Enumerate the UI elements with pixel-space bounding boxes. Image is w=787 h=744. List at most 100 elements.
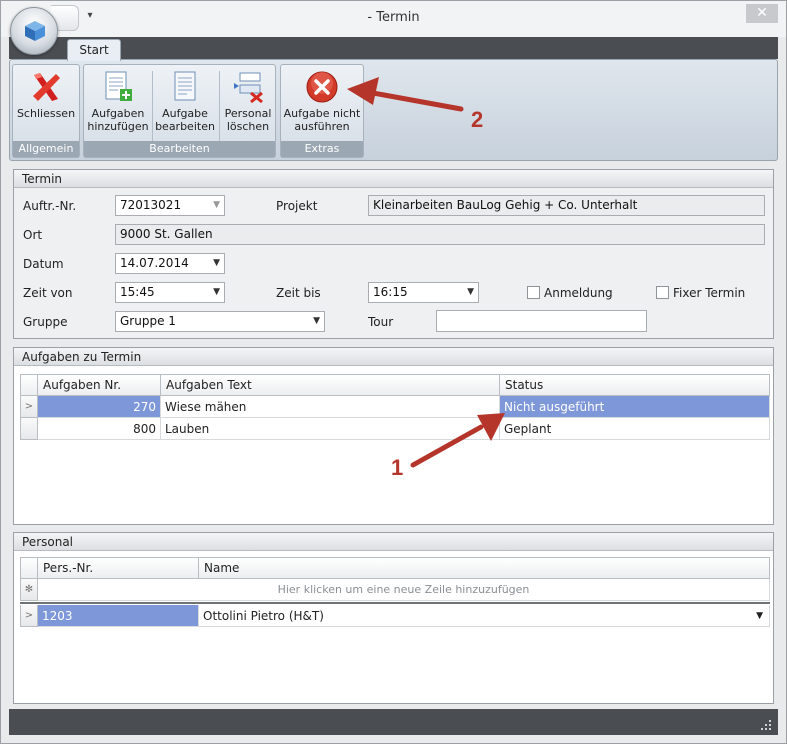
new-row-hint[interactable]: Hier klicken um eine neue Zeile hinzuzuf… (38, 579, 770, 601)
auftr-nr-select[interactable]: 72013021 ▼ (115, 195, 225, 216)
app-cube-icon (25, 21, 45, 41)
column-header-aufgaben-text[interactable]: Aufgaben Text (161, 374, 500, 396)
gruppe-label: Gruppe (23, 315, 68, 329)
personal-panel-header: Personal (14, 533, 773, 551)
schliessen-button[interactable]: Schliessen (15, 67, 77, 143)
window-title: - Termin (367, 10, 420, 25)
zeit-von-label: Zeit von (23, 286, 73, 300)
new-row-indicator-icon: ✻ (20, 579, 38, 601)
ribbon-group-bearbeiten: Aufgaben hinzufügen Aufgabe bearbeiten P… (83, 64, 276, 158)
edit-document-icon (174, 71, 196, 101)
application-window: ▾ - Termin ✕ Start Schliessen Allgemein (0, 0, 787, 744)
aufgabe-bearbeiten-label-1: Aufgabe (162, 107, 208, 120)
projekt-field: Kleinarbeiten BauLog Gehig + Co. Unterha… (368, 195, 765, 216)
close-button[interactable]: ✕ (746, 4, 778, 23)
column-header-pers-nr[interactable]: Pers.-Nr. (38, 557, 199, 579)
datum-value: 14.07.2014 (120, 256, 189, 270)
ribbon-group-extras: Aufgabe nicht ausführen Extras (280, 64, 364, 158)
column-header-name[interactable]: Name (199, 557, 770, 579)
resize-grip-icon[interactable] (760, 719, 772, 731)
status-bar (9, 709, 778, 735)
annotation-number-2: 2 (471, 107, 484, 132)
delete-person-icon (234, 72, 263, 104)
chevron-down-icon: ▼ (313, 316, 320, 326)
anmeldung-checkbox[interactable] (527, 286, 540, 299)
application-menu-button[interactable] (10, 7, 58, 55)
column-header-status[interactable]: Status (500, 374, 770, 396)
termin-panel-header: Termin (14, 170, 773, 188)
projekt-label: Projekt (276, 199, 318, 213)
projekt-value: Kleinarbeiten BauLog Gehig + Co. Unterha… (373, 198, 638, 212)
gruppe-select[interactable]: Gruppe 1 ▼ (115, 311, 325, 332)
chevron-down-icon: ▼ (213, 287, 220, 297)
tab-start[interactable]: Start (67, 39, 121, 61)
ribbon-tab-strip (9, 37, 778, 59)
ort-value: 9000 St. Gallen (120, 227, 213, 241)
aufgaben-hinzufuegen-label-1: Aufgaben (91, 107, 145, 120)
chevron-down-icon: ▼ (756, 611, 763, 621)
aufgaben-grid: Aufgaben Nr. Aufgaben Text Status > 270 … (20, 374, 770, 524)
tour-label: Tour (368, 315, 394, 329)
personal-loeschen-button[interactable]: Personal löschen (221, 67, 275, 143)
auftr-nr-value: 72013021 (120, 198, 182, 212)
title-bar: ▾ - Termin ✕ (1, 1, 786, 37)
personal-loeschen-label-2: löschen (226, 120, 270, 133)
row-indicator[interactable] (20, 418, 38, 440)
cell-status[interactable]: Geplant (500, 418, 770, 440)
group-label-bearbeiten: Bearbeiten (84, 141, 275, 157)
personal-loeschen-label-1: Personal (224, 107, 272, 120)
grid-corner (20, 374, 38, 396)
termin-panel: Termin Auftr.-Nr. 72013021 ▼ Projekt Kle… (13, 169, 774, 339)
ort-field: 9000 St. Gallen (115, 224, 765, 245)
aufgabe-bearbeiten-label-2: bearbeiten (155, 120, 215, 133)
zeit-bis-value: 16:15 (373, 285, 408, 299)
schliessen-label: Schliessen (16, 107, 76, 120)
red-x-icon (33, 73, 60, 101)
aufgaben-hinzufuegen-button[interactable]: Aufgaben hinzufügen (86, 67, 150, 143)
tour-input[interactable] (436, 310, 647, 332)
fixer-termin-checkbox[interactable] (656, 286, 669, 299)
cell-name-value: Ottolini Pietro (H&T) (203, 609, 324, 623)
aufgaben-panel: Aufgaben zu Termin Aufgaben Nr. Aufgaben… (13, 347, 774, 525)
cell-status[interactable]: Nicht ausgeführt (500, 396, 770, 418)
group-label-extras: Extras (281, 141, 363, 157)
annotation-number-1: 1 (391, 455, 404, 480)
ribbon: Schliessen Allgemein Aufgaben hinzufügen (9, 59, 778, 161)
row-indicator[interactable]: > (20, 605, 38, 627)
aufgaben-panel-header: Aufgaben zu Termin (14, 348, 773, 366)
fixer-termin-label: Fixer Termin (673, 286, 746, 300)
grid-corner (20, 557, 38, 579)
ort-label: Ort (23, 228, 43, 242)
ribbon-group-allgemein: Schliessen Allgemein (12, 64, 80, 158)
gruppe-value: Gruppe 1 (120, 314, 176, 328)
group-label-allgemein: Allgemein (13, 141, 79, 157)
zeit-von-select[interactable]: 15:45 ▼ (115, 282, 225, 303)
cell-pers-nr[interactable]: 1203 (38, 605, 199, 627)
aufgaben-hinzufuegen-label-2: hinzufügen (87, 120, 149, 133)
row-indicator[interactable]: > (20, 396, 38, 418)
aufgabe-bearbeiten-button[interactable]: Aufgabe bearbeiten (153, 67, 217, 143)
chevron-down-icon: ▼ (213, 258, 220, 268)
auftr-nr-label: Auftr.-Nr. (23, 199, 77, 213)
chevron-down-icon: ▼ (467, 287, 474, 297)
ribbon-separator (219, 71, 220, 141)
datum-date-picker[interactable]: 14.07.2014 ▼ (115, 253, 225, 274)
zeit-bis-label: Zeit bis (276, 286, 321, 300)
datum-label: Datum (23, 257, 64, 271)
new-row-divider (20, 602, 770, 604)
personal-grid: Pers.-Nr. Name ✻ Hier klicken um eine ne… (20, 557, 770, 703)
cell-aufgaben-nr[interactable]: 270 (38, 396, 161, 418)
chevron-down-icon: ▼ (213, 200, 220, 210)
zeit-bis-select[interactable]: 16:15 ▼ (368, 282, 479, 303)
cell-aufgaben-text[interactable]: Wiese mähen (161, 396, 500, 418)
aufgabe-nicht-ausfuehren-label-1: Aufgabe nicht (283, 107, 361, 120)
red-cancel-circle-icon (306, 71, 338, 103)
column-header-aufgaben-nr[interactable]: Aufgaben Nr. (38, 374, 161, 396)
aufgabe-nicht-ausfuehren-button[interactable]: Aufgabe nicht ausführen (283, 67, 361, 143)
anmeldung-label: Anmeldung (544, 286, 613, 300)
add-document-icon (105, 71, 132, 101)
cell-name-dropdown[interactable]: Ottolini Pietro (H&T) ▼ (199, 605, 770, 627)
cell-aufgaben-nr[interactable]: 800 (38, 418, 161, 440)
personal-panel: Personal Pers.-Nr. Name ✻ Hier klicken u… (13, 532, 774, 704)
cell-aufgaben-text[interactable]: Lauben (161, 418, 500, 440)
